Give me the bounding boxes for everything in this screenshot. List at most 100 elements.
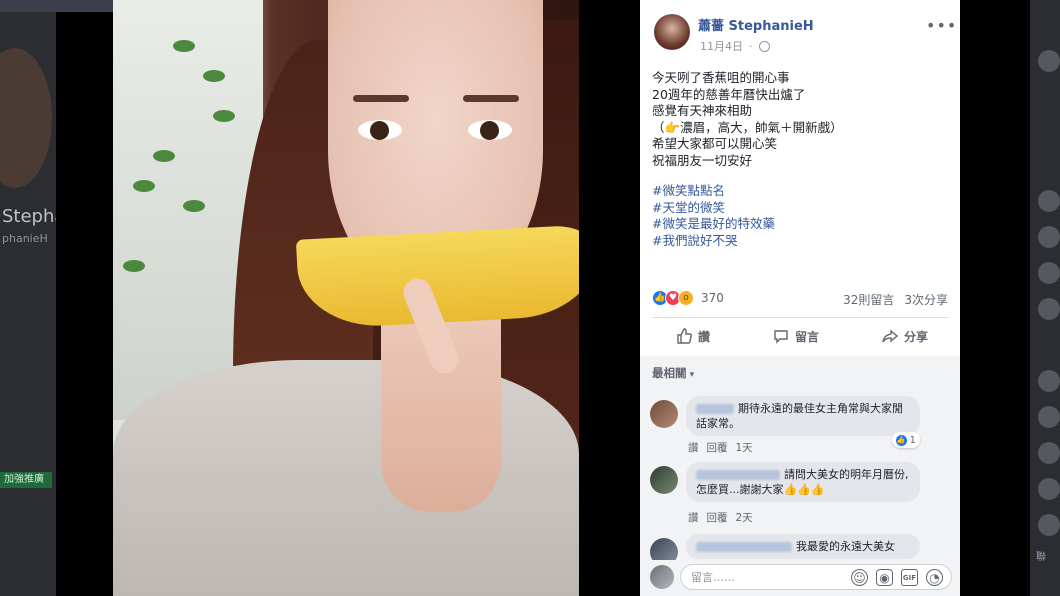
like-button[interactable]: 讚 <box>676 328 710 345</box>
hashtag-link[interactable]: #微笑是最好的特效藥 <box>652 216 948 233</box>
photo-leaf <box>133 180 155 192</box>
background-thumb <box>1038 298 1060 320</box>
background-sidebar-label: 聯 <box>1036 552 1046 563</box>
background-thumb <box>1038 406 1060 428</box>
post-text: 今天咧了香蕉咀的開心事 20週年的慈善年曆快出爐了 感覺有天神來相助 （👉濃眉，… <box>652 70 948 169</box>
comment-text: 我最愛的永遠大美女 <box>796 540 895 553</box>
comment-like-link[interactable]: 讚 <box>688 440 699 455</box>
comment-actions: 讚 回覆 2天 <box>688 510 753 525</box>
commenter-avatar[interactable] <box>650 466 678 494</box>
author-name[interactable]: 蕭薔 StephanieH <box>698 15 814 34</box>
comment-time[interactable]: 2天 <box>736 510 753 525</box>
background-profile-handle: phanieH <box>2 232 48 245</box>
viewer-right-gap <box>960 0 1030 596</box>
background-thumb <box>1038 262 1060 284</box>
background-thumb <box>1038 370 1060 392</box>
thumbs-up-icon <box>677 328 692 344</box>
post-text-line: 感覺有天神來相助 <box>652 103 753 118</box>
sticker-icon[interactable]: ◔ <box>926 569 943 586</box>
background-avatar <box>0 48 52 188</box>
photo-eye <box>468 120 512 140</box>
globe-icon[interactable] <box>758 40 770 52</box>
share-button[interactable]: 分享 <box>882 328 928 345</box>
background-thumb <box>1038 478 1060 500</box>
like-reaction-icon: 👍 <box>895 434 907 446</box>
background-thumb <box>1038 514 1060 536</box>
share-icon <box>882 329 898 343</box>
background-profile: Stephar phanieH 加強推廣 <box>0 0 56 596</box>
comment-bubble: 期待永遠的最佳女主角常與大家閒話家常。 <box>686 396 920 436</box>
photo-leaf <box>123 260 145 272</box>
comment-time[interactable]: 1天 <box>736 440 753 455</box>
post-header: 蕭薔 StephanieH 11月4日 · ••• <box>640 0 960 60</box>
post-hashtags: #微笑點點名 #天堂的微笑 #微笑是最好的特效藥 #我們說好不哭 <box>652 183 948 249</box>
comment-sort-dropdown[interactable]: 最相關 <box>652 365 694 381</box>
wow-reaction-icon: o <box>678 290 694 306</box>
like-label: 讚 <box>698 329 711 344</box>
post-photo[interactable] <box>113 0 579 596</box>
author-avatar[interactable] <box>654 14 690 50</box>
commenter-name-redacted[interactable] <box>696 470 780 480</box>
background-thumb <box>1038 50 1060 72</box>
commenter-avatar[interactable] <box>650 400 678 428</box>
post-text-line: 20週年的慈善年曆快出爐了 <box>652 86 806 102</box>
share-label: 分享 <box>903 329 928 344</box>
post-date[interactable]: 11月4日 <box>700 38 743 54</box>
reaction-count: 370 <box>701 291 724 305</box>
post-meta-separator: · <box>749 39 753 53</box>
photo-eye <box>358 120 402 140</box>
commenter-name-redacted[interactable] <box>696 542 792 552</box>
photo-viewer: Stephar phanieH 加強推廣 聯 <box>0 0 1060 596</box>
comment-input-box[interactable]: ☺ ◉ GIF ◔ <box>680 564 952 590</box>
photo-leaf <box>173 40 195 52</box>
comment-composer: ☺ ◉ GIF ◔ <box>640 560 960 596</box>
post-text-line: 祝福朋友一切安好 <box>652 152 753 168</box>
comment-reply-link[interactable]: 回覆 <box>707 440 728 455</box>
engagement-stats: 32則留言 3次分享 <box>843 291 948 308</box>
photo-brow <box>353 95 409 102</box>
background-thumb <box>1038 226 1060 248</box>
comment-like-count: 1 <box>909 434 916 446</box>
commenter-avatar[interactable] <box>650 538 678 560</box>
post-side-panel: 蕭薔 StephanieH 11月4日 · ••• 今天咧了香蕉咀的開心事 20… <box>640 0 960 596</box>
comment-bubble: 請問大美女的明年月曆份,怎麼買...謝謝大家👍👍👍 <box>686 462 920 502</box>
comment-like-badge[interactable]: 👍 1 <box>891 432 920 448</box>
photo-leaf <box>203 70 225 82</box>
photo-frame-gap <box>579 0 640 596</box>
comment-input[interactable] <box>691 569 841 585</box>
photo-leaf <box>213 110 235 122</box>
commenter-name-redacted[interactable] <box>696 404 734 414</box>
comment-like-link[interactable]: 讚 <box>688 510 699 525</box>
comment-count-link[interactable]: 32則留言 <box>843 291 894 308</box>
camera-icon[interactable]: ◉ <box>876 569 893 586</box>
photo-leaf <box>183 200 205 212</box>
hashtag-link[interactable]: #天堂的微笑 <box>652 200 948 217</box>
background-sidebar: 聯 <box>1030 0 1060 596</box>
background-thumb <box>1038 442 1060 464</box>
comment-reply-link[interactable]: 回覆 <box>707 510 728 525</box>
divider <box>652 317 948 318</box>
comment-bubble: 我最愛的永遠大美女 <box>686 534 920 559</box>
gif-icon[interactable]: GIF <box>901 569 918 586</box>
comment-actions: 讚 回覆 1天 <box>688 440 753 455</box>
photo-leaf <box>153 150 175 162</box>
comment-label: 留言 <box>794 329 819 344</box>
share-count-link[interactable]: 3次分享 <box>904 291 948 308</box>
hashtag-link[interactable]: #微笑點點名 <box>652 183 948 200</box>
post-meta: 11月4日 · <box>700 38 770 54</box>
comment-button[interactable]: 留言 <box>773 328 819 345</box>
composer-icons: ☺ ◉ GIF ◔ <box>851 569 943 586</box>
my-avatar <box>650 565 674 589</box>
hashtag-link[interactable]: #我們說好不哭 <box>652 233 948 250</box>
background-thumb <box>1038 190 1060 212</box>
photo-sweater <box>113 360 579 596</box>
comment-icon <box>774 330 788 344</box>
photo-brow <box>463 95 519 102</box>
ellipsis-icon[interactable]: ••• <box>926 16 957 35</box>
background-promote-button: 加強推廣 <box>0 472 52 488</box>
emoji-icon[interactable]: ☺ <box>851 569 868 586</box>
background-profile-name: Stephar <box>2 206 56 227</box>
comment-sort-bar: 最相關 <box>640 356 960 390</box>
post-text-line: 今天咧了香蕉咀的開心事 <box>652 70 790 85</box>
post-actions: 讚 留言 分享 <box>652 320 948 352</box>
